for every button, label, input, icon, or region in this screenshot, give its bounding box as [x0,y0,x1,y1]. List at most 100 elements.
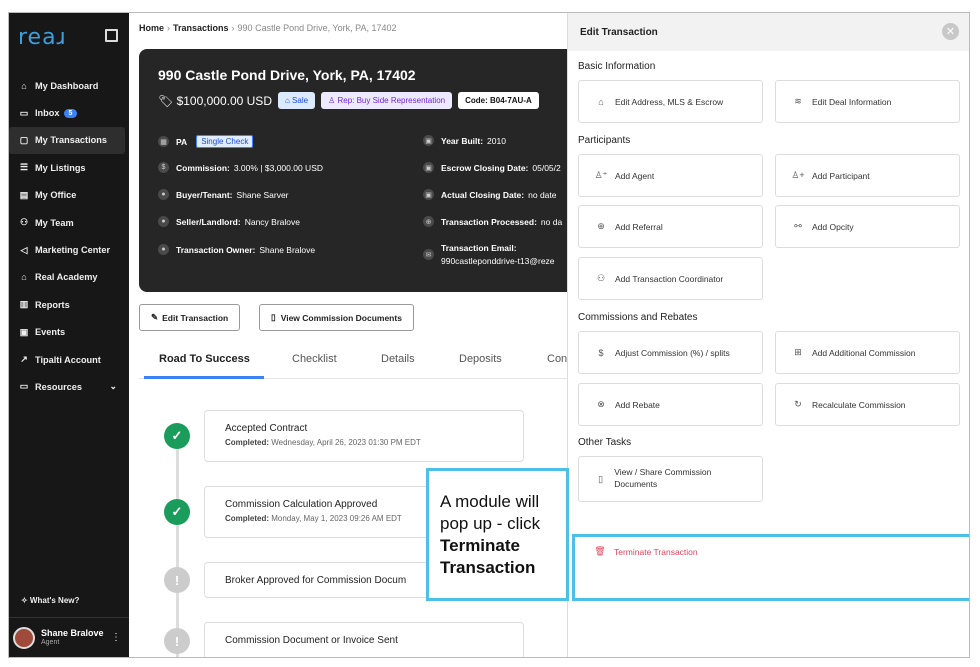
buyer-info: ● Buyer/Tenant: Shane Sarver [158,189,289,200]
add-rebate-option[interactable]: ⊗ Add Rebate [578,383,763,426]
sidebar-item-tipalti-account[interactable]: ↗ Tipalti Account [9,346,129,373]
add-person-icon: ♙+ [791,170,805,180]
tab-con[interactable]: Con [547,353,567,365]
tab-road-to-success[interactable]: Road To Success [159,353,250,365]
sidebar-item-inbox[interactable]: ▭ Inbox 5 [9,99,129,126]
sidebar-item-label: Marketing Center [35,245,111,256]
referral-icon: ⊕ [597,221,605,231]
processed-info: ⊕ Transaction Processed: no da [423,216,562,227]
inbox-count-badge: 5 [63,108,78,118]
more-options-icon[interactable]: ⋮ [111,632,121,643]
section-commissions: Commissions and Rebates [578,312,698,323]
timeline-line [176,433,179,657]
sidebar-item-reports[interactable]: ▥ Reports [9,291,129,318]
owner-info: ● Transaction Owner: Shane Bralove [158,244,315,255]
processed-icon: ⊕ [423,216,434,227]
section-basic-information: Basic Information [578,61,656,72]
sidebar-item-real-academy[interactable]: ⌂ Real Academy [9,264,129,291]
sale-chip: ⌂ Sale [277,92,316,109]
sidebar-item-label: My Office [35,190,77,201]
building-icon: ▦ [158,136,169,147]
view-share-commission-documents-option[interactable]: ▯ View / Share Commission Documents [578,456,763,502]
user-profile[interactable]: Shane Bralove Agent ⋮ [9,617,129,657]
sidebar-item-my-dashboard[interactable]: ⌂ My Dashboard [9,72,129,99]
close-icon[interactable]: ✕ [942,23,959,40]
commission-info: $ Commission: 3.00% | $3,000.00 USD [158,162,323,173]
avatar [13,626,35,649]
year-built-info: ▣ Year Built: 2010 [423,135,506,146]
view-commission-documents-button[interactable]: ▯ View Commission Documents [259,304,414,331]
sidebar-item-my-team[interactable]: ⚇ My Team [9,209,129,236]
sidebar-item-label: My Dashboard [35,80,99,91]
transactions-icon: ▢ [19,134,29,145]
sidebar-item-label: My Listings [35,162,86,173]
tab-deposits[interactable]: Deposits [459,353,502,365]
sidebar-item-my-listings[interactable]: ☰ My Listings [9,154,129,181]
breadcrumb-transactions[interactable]: Transactions [173,23,229,33]
rebate-icon: ⊗ [597,399,605,409]
sidebar-item-events[interactable]: ▣ Events [9,319,129,346]
money-add-icon: ⊞ [794,347,802,357]
edit-address-option[interactable]: ⌂ Edit Address, MLS & Escrow [578,80,763,123]
home-icon: ⌂ [598,96,604,107]
email-info: ✉ Transaction Email: 990castleponddrive-t1… [423,242,555,268]
whats-new-link[interactable]: ✧ What's New? [21,596,79,605]
add-agent-option[interactable]: ♙⁺ Add Agent [578,154,763,197]
adjust-commission-option[interactable]: $ Adjust Commission (%) / splits [578,331,763,374]
seller-info: ● Seller/Landlord: Nancy Bralove [158,216,300,227]
sidebar-item-label: Reports [35,299,70,310]
collapse-menu-icon[interactable] [105,29,118,42]
trash-icon: 🗑 [594,546,606,556]
add-referral-option[interactable]: ⊕ Add Referral [578,205,763,248]
sidebar-item-label: Resources [35,381,82,392]
step-title: Accepted Contract [225,423,308,434]
actual-closing-info: ▣ Actual Closing Date: no date [423,189,557,200]
sidebar-item-my-transactions[interactable]: ▢ My Transactions [9,126,125,155]
office-icon: ▤ [19,189,29,200]
single-check-badge: Single Check [196,135,254,148]
representation-chip: ♙ Rep: Buy Side Representation [321,92,453,109]
app-window: reaɹ ⌂ My Dashboard ▭ Inbox 5 ▢ My Transaction… [8,12,970,658]
edit-transaction-button[interactable]: ✎ Edit Transaction [139,304,241,331]
mail-icon: ✉ [423,249,434,261]
user-name: Shane Bralove [41,627,104,638]
instruction-callout: A module will pop up - click Terminate T… [426,468,569,601]
sidebar-item-label: Inbox [35,108,60,119]
academy-icon: ⌂ [21,272,27,283]
timeline-step: Commission Document or Invoice Sent [204,622,524,657]
add-agent-icon: ♙⁺ [594,170,608,180]
edit-deal-option[interactable]: ≋ Edit Deal Information [775,80,960,123]
person-icon: ● [158,189,169,200]
pencil-icon: ✎ [151,312,159,322]
edit-transaction-panel: Edit Transaction ✕ Basic Information ⌂ Ed… [567,13,969,657]
add-opcity-option[interactable]: ⚯ Add Opcity [775,205,960,248]
sidebar-item-my-office[interactable]: ▤ My Office [9,182,129,209]
external-link-icon: ↗ [20,354,28,365]
inbox-icon: ▭ [19,107,29,118]
breadcrumb-home[interactable]: Home [139,23,164,33]
sidebar-item-label: Real Academy [35,272,98,283]
add-transaction-coordinator-option[interactable]: ⚇ Add Transaction Coordinator [578,257,763,300]
sidebar-item-marketing-center[interactable]: ◁ Marketing Center [9,236,129,263]
tab-checklist[interactable]: Checklist [292,353,337,365]
person-icon: ● [158,244,169,255]
step-title: Commission Document or Invoice Sent [225,635,398,646]
add-additional-commission-option[interactable]: ⊞ Add Additional Commission [775,331,960,374]
add-participant-option[interactable]: ♙+ Add Participant [775,154,960,197]
document-icon: ▯ [271,312,276,322]
recalculate-commission-option[interactable]: ↻ Recalculate Commission [775,383,960,426]
terminate-transaction-option[interactable]: 🗑 Terminate Transaction [578,530,763,573]
network-icon: ⚯ [794,221,802,231]
tab-details[interactable]: Details [381,353,415,365]
sidebar-item-resources[interactable]: ▭ Resources ⌄ [9,373,129,400]
dollar-hand-icon: $ [598,347,604,358]
sidebar-nav: ⌂ My Dashboard ▭ Inbox 5 ▢ My Transactions ☰ My … [9,72,129,401]
megaphone-icon: ◁ [20,244,28,255]
chevron-down-icon[interactable]: ⌄ [109,381,117,392]
document-icon: ▯ [598,473,604,484]
breadcrumb-current: 990 Castle Pond Drive, York, PA, 17402 [237,23,397,33]
refresh-icon: ↻ [794,399,802,409]
sidebar-item-label: Tipalti Account [35,354,101,365]
code-chip: Code: B04-7AU-A [458,92,539,109]
check-icon: ✓ [164,499,190,525]
